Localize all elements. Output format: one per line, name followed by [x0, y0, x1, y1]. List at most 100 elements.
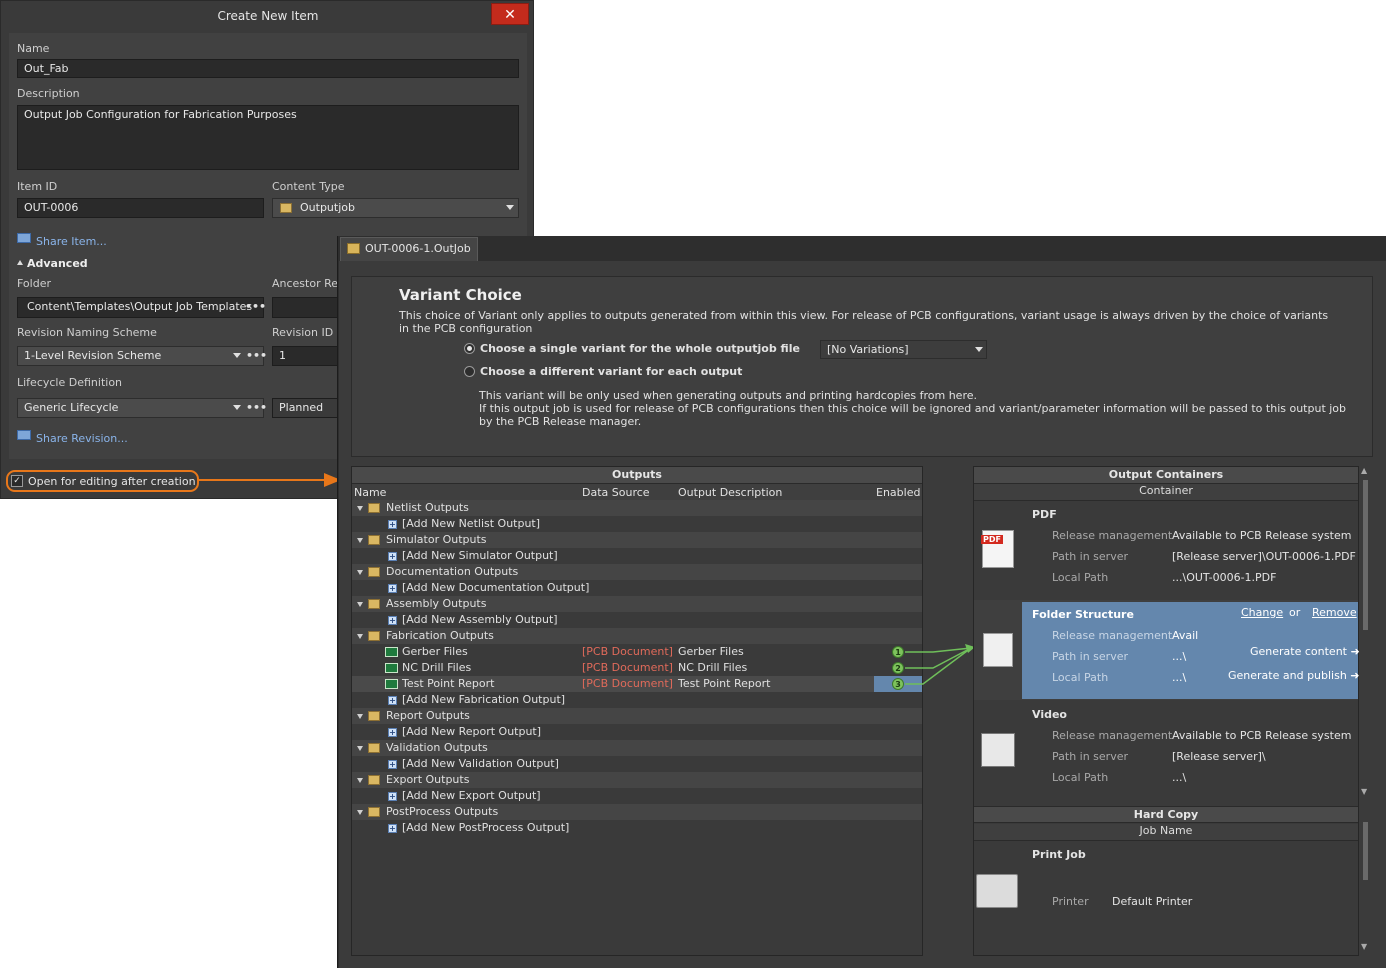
add-output-link[interactable]: [Add New Validation Output]: [402, 756, 559, 772]
or-text: or: [1289, 606, 1301, 619]
video-path-in-server-label: Path in server: [1052, 750, 1129, 763]
different-variant-radio[interactable]: [464, 366, 475, 377]
remove-link[interactable]: Remove: [1312, 606, 1357, 619]
change-link[interactable]: Change: [1241, 606, 1283, 619]
output-item-row[interactable]: Gerber Files [PCB Document] Gerber Files 1: [352, 644, 922, 660]
add-output-link[interactable]: [Add New Report Output]: [402, 724, 541, 740]
expand-icon[interactable]: [357, 570, 363, 575]
content-type-select[interactable]: Outputjob: [272, 198, 519, 218]
chevron-down-icon[interactable]: [975, 347, 983, 352]
expand-icon[interactable]: [357, 746, 363, 751]
chevron-down-icon[interactable]: [233, 405, 241, 410]
tab-outjob[interactable]: OUT-0006-1.OutJob *: [340, 237, 478, 277]
ancestor-input[interactable]: [272, 297, 338, 318]
output-description: NC Drill Files: [678, 661, 748, 674]
output-group-row[interactable]: PostProcess Outputs: [352, 804, 922, 820]
output-group-row[interactable]: Report Outputs: [352, 708, 922, 724]
output-data-source[interactable]: [PCB Document]: [582, 660, 673, 676]
output-group-row[interactable]: Fabrication Outputs: [352, 628, 922, 644]
revision-naming-select[interactable]: 1-Level Revision Scheme: [17, 346, 264, 366]
add-output-link[interactable]: [Add New Netlist Output]: [402, 516, 540, 532]
column-name[interactable]: Name: [354, 486, 386, 499]
add-output-link[interactable]: [Add New PostProcess Output]: [402, 820, 569, 836]
advanced-section-toggle[interactable]: Advanced: [27, 257, 88, 270]
expand-icon[interactable]: [357, 506, 363, 511]
hardcopy-scrollbar[interactable]: [1363, 822, 1368, 880]
expand-icon[interactable]: [357, 810, 363, 815]
printer-label: Printer: [1052, 895, 1089, 908]
generate-and-publish-button[interactable]: Generate and publish ➜: [1228, 669, 1360, 682]
add-output-row[interactable]: + [Add New Simulator Output]: [352, 548, 922, 564]
close-button[interactable]: ✕: [491, 3, 529, 25]
scroll-down-icon[interactable]: ▼: [1361, 942, 1367, 951]
output-description: Gerber Files: [678, 645, 744, 658]
output-group-row[interactable]: Export Outputs: [352, 772, 922, 788]
expand-icon[interactable]: [357, 778, 363, 783]
share-item-link[interactable]: Share Item...: [36, 235, 107, 248]
add-output-row[interactable]: + [Add New Validation Output]: [352, 756, 922, 772]
single-variant-radio[interactable]: [464, 343, 475, 354]
pdf-path-in-server-value: [Release server]\OUT-0006-1.PDF: [1172, 550, 1356, 563]
pdf-release-management-label: Release management: [1052, 529, 1173, 542]
expand-icon[interactable]: [357, 714, 363, 719]
add-output-link[interactable]: [Add New Export Output]: [402, 788, 541, 804]
column-enabled[interactable]: Enabled: [876, 486, 920, 499]
chevron-down-icon[interactable]: [233, 353, 241, 358]
column-output-description[interactable]: Output Description: [678, 486, 782, 499]
expand-icon[interactable]: [357, 538, 363, 543]
expand-icon[interactable]: [357, 634, 363, 639]
pdf-tag: PDF: [981, 535, 1003, 544]
add-output-row[interactable]: + [Add New Netlist Output]: [352, 516, 922, 532]
output-group-row[interactable]: Netlist Outputs: [352, 500, 922, 516]
output-group-row[interactable]: Simulator Outputs: [352, 532, 922, 548]
lifecycle-select[interactable]: Generic Lifecycle: [17, 398, 264, 418]
video-file-icon: [981, 733, 1015, 767]
job-name-column-header: Job Name: [974, 824, 1358, 841]
column-data-source[interactable]: Data Source: [582, 486, 650, 499]
add-output-row[interactable]: + [Add New Assembly Output]: [352, 612, 922, 628]
callout-arrow: [198, 473, 341, 487]
folder-icon: [368, 503, 380, 513]
add-output-row[interactable]: + [Add New Report Output]: [352, 724, 922, 740]
chevron-down-icon[interactable]: [506, 205, 514, 210]
add-output-row[interactable]: + [Add New PostProcess Output]: [352, 820, 922, 836]
item-id-input[interactable]: OUT-0006: [17, 198, 264, 218]
output-item-row[interactable]: Test Point Report [PCB Document] Test Poin…: [352, 676, 922, 692]
add-output-link[interactable]: [Add New Fabrication Output]: [402, 692, 565, 708]
add-icon: +: [388, 520, 397, 529]
scroll-down-icon[interactable]: ▼: [1361, 787, 1367, 796]
share-revision-link[interactable]: Share Revision...: [36, 432, 128, 445]
folder-browse-button[interactable]: •••: [245, 300, 266, 313]
revision-naming-more-button[interactable]: •••: [246, 349, 267, 362]
scroll-up-icon[interactable]: ▲: [1361, 466, 1367, 475]
item-id-label: Item ID: [17, 180, 58, 193]
lifecycle-more-button[interactable]: •••: [246, 401, 267, 414]
revision-id-input[interactable]: 1: [272, 346, 338, 366]
name-input[interactable]: Out_Fab: [17, 59, 519, 78]
output-group-row[interactable]: Validation Outputs: [352, 740, 922, 756]
add-output-link[interactable]: [Add New Documentation Output]: [402, 580, 589, 596]
add-output-row[interactable]: + [Add New Export Output]: [352, 788, 922, 804]
variant-select[interactable]: [No Variations]: [820, 340, 987, 359]
folder-input[interactable]: Content\Templates\Output Job Templates: [17, 297, 264, 318]
description-input[interactable]: Output Job Configuration for Fabrication…: [17, 105, 519, 170]
generate-content-button[interactable]: Generate content ➜: [1250, 645, 1360, 658]
output-data-source[interactable]: [PCB Document]: [582, 676, 673, 692]
add-output-row[interactable]: + [Add New Documentation Output]: [352, 580, 922, 596]
output-data-source[interactable]: [PCB Document]: [582, 644, 673, 660]
add-output-link[interactable]: [Add New Simulator Output]: [402, 548, 558, 564]
output-group-row[interactable]: Documentation Outputs: [352, 564, 922, 580]
folder-icon: [368, 599, 380, 609]
variant-intro-text: This choice of Variant only applies to o…: [399, 309, 1329, 335]
add-output-link[interactable]: [Add New Assembly Output]: [402, 612, 558, 628]
add-output-row[interactable]: + [Add New Fabrication Output]: [352, 692, 922, 708]
share-icon: [17, 233, 31, 243]
output-group-name: Assembly Outputs: [386, 597, 487, 610]
containers-scrollbar[interactable]: [1363, 480, 1368, 630]
variant-choice-title: Variant Choice: [399, 286, 522, 304]
output-item-row[interactable]: NC Drill Files [PCB Document] NC Drill Fil…: [352, 660, 922, 676]
open-for-editing-checkbox[interactable]: ✓: [11, 475, 23, 487]
output-group-row[interactable]: Assembly Outputs: [352, 596, 922, 612]
collapse-icon[interactable]: [17, 260, 23, 265]
expand-icon[interactable]: [357, 602, 363, 607]
